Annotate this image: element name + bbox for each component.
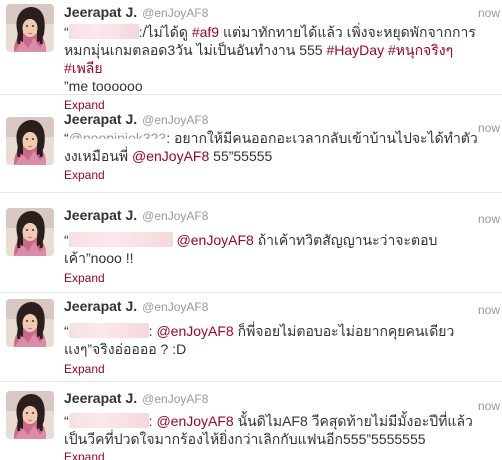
redacted-username: [68, 413, 149, 428]
tweet-text: “:/ไม่ได้ดู #af9 แต่มาทักทายได้แล้ว เพิ่…: [64, 23, 484, 95]
author-fullname[interactable]: Jeerapat J.: [64, 207, 137, 223]
avatar[interactable]: [6, 4, 54, 52]
avatar[interactable]: [6, 117, 54, 165]
mention-link[interactable]: @enJoyAF8: [177, 232, 254, 248]
tweet-header: Jeerapat J. @enJoyAF8: [64, 2, 472, 22]
tweet-timestamp[interactable]: now: [478, 211, 500, 227]
tweet-text-segment: ”me toooooo: [64, 78, 143, 94]
mention-link[interactable]: @enJoyAF8: [132, 148, 209, 164]
tweet-header: Jeerapat J. @enJoyAF8: [64, 388, 472, 408]
tweet-text: “ @enJoyAF8 ถ้าเค้าทวิตสัญญานะว่าจะตอบเค…: [64, 231, 484, 267]
hashtag-link[interactable]: #HayDay: [327, 42, 385, 58]
author-fullname[interactable]: Jeerapat J.: [64, 111, 137, 127]
expand-link[interactable]: Expand: [64, 449, 472, 460]
tweet-item[interactable]: Jeerapat J. @enJoyAF8 “ @enJoyAF8 ถ้าเค้า…: [0, 203, 502, 293]
author-username[interactable]: @enJoyAF8: [142, 300, 208, 314]
avatar[interactable]: [6, 391, 54, 439]
author-username[interactable]: @enJoyAF8: [142, 6, 208, 20]
author-username[interactable]: @enJoyAF8: [142, 392, 208, 406]
tweet-text-segment: :/ไม่ได้ดู: [138, 24, 192, 40]
avatar[interactable]: [6, 299, 54, 347]
author-fullname[interactable]: Jeerapat J.: [64, 298, 137, 314]
mention-link[interactable]: @enJoyAF8: [156, 413, 233, 429]
tweet-header: Jeerapat J. @enJoyAF8: [64, 296, 472, 316]
mention-link[interactable]: @enJoyAF8: [156, 323, 233, 339]
quote-mark: “: [64, 130, 69, 146]
tweet-item[interactable]: Jeerapat J. @enJoyAF8 “: @enJoyAF8 ก็พี่จ…: [0, 294, 502, 382]
expand-link[interactable]: Expand: [64, 167, 472, 183]
hashtag-link[interactable]: #หนุกจริงๆ: [388, 42, 453, 58]
tweet-timestamp[interactable]: now: [478, 302, 500, 318]
tweet-text: “: @enJoyAF8 นั้นดิไมAF8 วีคสุดท้ายไม่มี…: [64, 412, 484, 448]
quote-mark: “: [64, 232, 69, 248]
tweet-header: Jeerapat J. @enJoyAF8: [64, 205, 472, 225]
author-fullname[interactable]: Jeerapat J.: [64, 4, 137, 20]
tweet-timestamp[interactable]: now: [478, 398, 500, 414]
author-username[interactable]: @enJoyAF8: [142, 209, 208, 223]
redacted-username: [68, 24, 139, 39]
quote-mark: “: [64, 323, 69, 339]
quote-mark: “: [64, 413, 69, 429]
avatar[interactable]: [6, 208, 54, 256]
hashtag-link[interactable]: #เพลีย: [64, 60, 103, 76]
hashtag-link[interactable]: #af9: [192, 24, 219, 40]
tweet-text: “: @enJoyAF8 ก็พี่จอยไม่ตอบอะไม่อยากคุยค…: [64, 322, 484, 358]
tweet-header: Jeerapat J. @enJoyAF8: [64, 109, 472, 129]
author-username[interactable]: @enJoyAF8: [142, 113, 208, 127]
quote-mark: “: [64, 24, 69, 40]
redacted-username: [68, 323, 149, 338]
tweet-text: “@noopiniok323: อยากให้มีคนออกอะเวลากลับ…: [64, 129, 484, 165]
expand-link[interactable]: Expand: [64, 270, 472, 286]
mention-link[interactable]: @noopiniok323: [69, 130, 167, 139]
tweet-text-segment: 55”55555: [209, 148, 273, 164]
tweet-item[interactable]: Jeerapat J. @enJoyAF8 “: @enJoyAF8 นั้นดิ…: [0, 383, 502, 460]
tweet-timeline: Jeerapat J. @enJoyAF8 “:/ไม่ได้ดู #af9 แต…: [0, 0, 502, 460]
tweet-timestamp[interactable]: now: [478, 120, 500, 136]
tweet-timestamp[interactable]: now: [478, 5, 500, 21]
tweet-item[interactable]: Jeerapat J. @enJoyAF8 “:/ไม่ได้ดู #af9 แต…: [0, 0, 502, 112]
redacted-username: [68, 232, 173, 247]
author-fullname[interactable]: Jeerapat J.: [64, 390, 137, 406]
tweet-item[interactable]: Jeerapat J. @enJoyAF8 “@noopiniok323: อยา…: [0, 107, 502, 193]
expand-link[interactable]: Expand: [64, 361, 472, 377]
